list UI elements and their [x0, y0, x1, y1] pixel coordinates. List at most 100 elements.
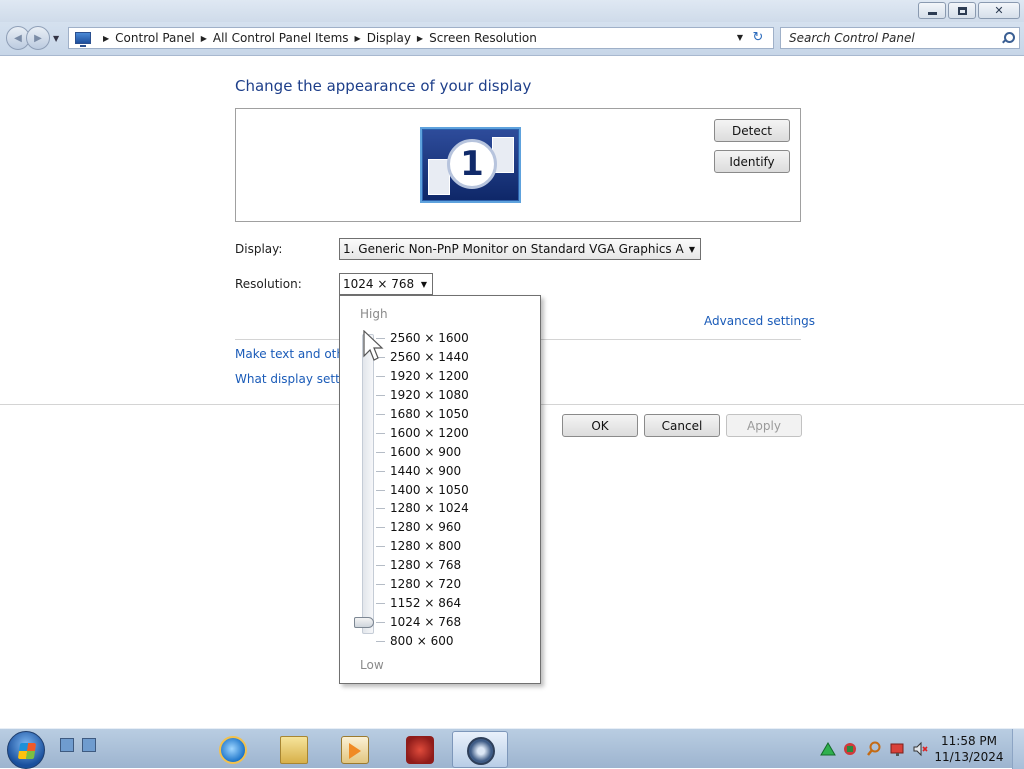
resolution-option-label: 1152 × 864 — [390, 596, 462, 611]
address-history-dropdown-icon[interactable]: ▼ — [737, 33, 743, 42]
resolution-option[interactable]: 1280 × 768 — [340, 556, 540, 575]
resolution-select[interactable]: 1024 × 768 ▼ — [339, 273, 433, 295]
internet-explorer-icon — [219, 736, 247, 764]
minimize-icon — [927, 12, 937, 15]
camera-app-icon — [467, 737, 495, 765]
resolution-option-label: 1600 × 1200 — [390, 425, 469, 440]
mouse-cursor-icon — [363, 330, 384, 361]
display-label: Display: — [235, 242, 283, 256]
show-desktop-button[interactable] — [1012, 729, 1024, 769]
chevron-down-icon: ▼ — [420, 279, 428, 289]
resolution-option-label: 1680 × 1050 — [390, 406, 469, 421]
taskbar-item-internet-explorer[interactable] — [205, 731, 261, 768]
resolution-option[interactable]: 1920 × 1080 — [340, 386, 540, 405]
resolution-option[interactable]: 1600 × 1200 — [340, 424, 540, 443]
breadcrumb-separator-icon[interactable]: ▶ — [355, 34, 361, 43]
caption-buttons: ✕ — [916, 2, 1020, 19]
slider-tick-mark — [376, 603, 385, 605]
ok-button[interactable]: OK — [562, 414, 638, 437]
taskbar-item-camera-app[interactable] — [452, 731, 508, 768]
slider-tick-mark — [376, 375, 385, 377]
minimize-button[interactable] — [918, 2, 946, 19]
breadcrumb-screen-resolution[interactable]: Screen Resolution — [429, 31, 537, 45]
cancel-button[interactable]: Cancel — [644, 414, 720, 437]
slider-tick-mark — [376, 565, 385, 567]
slider-tick-mark — [376, 451, 385, 453]
resolution-option[interactable]: 1400 × 1050 — [340, 481, 540, 500]
resolution-option-label: 1440 × 900 — [390, 463, 462, 478]
slider-tick-mark — [376, 470, 385, 472]
resolution-option[interactable]: 1440 × 900 — [340, 462, 540, 481]
monitor-1-icon[interactable]: 1 — [420, 127, 521, 203]
taskbar-item-media-player[interactable] — [327, 731, 383, 768]
resolution-option[interactable]: 1600 × 900 — [340, 443, 540, 462]
resolution-option[interactable]: 1280 × 1024 — [340, 499, 540, 518]
resolution-slider-thumb[interactable] — [354, 616, 374, 628]
forward-button[interactable]: ▶ — [26, 26, 50, 50]
resolution-option[interactable]: 1280 × 720 — [340, 575, 540, 594]
tray-action-center-icon[interactable] — [890, 741, 906, 757]
windows-explorer-icon — [280, 736, 308, 764]
taskbar-item-app-tool[interactable] — [392, 731, 448, 768]
taskbar-item-windows-explorer[interactable] — [266, 731, 322, 768]
resolution-option-label: 1280 × 768 — [390, 558, 462, 573]
search-box[interactable]: Search Control Panel — [780, 27, 1020, 49]
slider-tick-mark — [376, 394, 385, 396]
resolution-option-label: 1280 × 800 — [390, 539, 462, 554]
navigation-bar: ◀ ▶ ▼ ▶ Control Panel ▶ All Control Pane… — [0, 22, 1024, 56]
breadcrumb-separator-icon[interactable]: ▶ — [417, 34, 423, 43]
maximize-button[interactable] — [948, 2, 976, 19]
high-label: High — [360, 307, 388, 321]
identify-button[interactable]: Identify — [714, 150, 790, 173]
tray-triangle-icon[interactable] — [820, 741, 836, 757]
slider-tick-mark — [376, 413, 385, 415]
switch-windows-icon[interactable] — [82, 738, 96, 752]
resolution-option[interactable]: 1680 × 1050 — [340, 405, 540, 424]
detect-button[interactable]: Detect — [714, 119, 790, 142]
tray-volume-muted-icon[interactable] — [912, 741, 928, 757]
search-input[interactable]: Search Control Panel — [789, 31, 1001, 45]
breadcrumb-separator-icon[interactable]: ▶ — [103, 34, 109, 43]
restore-icon — [957, 6, 967, 15]
breadcrumb-display[interactable]: Display — [367, 31, 411, 45]
resolution-option[interactable]: 1152 × 864 — [340, 594, 540, 613]
resolution-option-label: 1920 × 1200 — [390, 368, 469, 383]
resolution-option-label: 1400 × 1050 — [390, 482, 469, 497]
apply-button[interactable]: Apply — [726, 414, 802, 437]
taskbar: 11:58 PM 11/13/2024 — [0, 728, 1024, 769]
system-clock[interactable]: 11:58 PM 11/13/2024 — [934, 733, 1004, 765]
display-select[interactable]: 1. Generic Non-PnP Monitor on Standard V… — [339, 238, 701, 260]
tray-network-icon[interactable] — [842, 741, 858, 757]
resolution-option[interactable]: 1280 × 960 — [340, 518, 540, 537]
breadcrumb-all-items[interactable]: All Control Panel Items — [213, 31, 349, 45]
resolution-option[interactable]: 1920 × 1200 — [340, 367, 540, 386]
tray-search-icon[interactable] — [866, 741, 882, 757]
resolution-option-label: 1280 × 720 — [390, 577, 462, 592]
slider-tick-mark — [376, 489, 385, 491]
slider-tick-mark — [376, 432, 385, 434]
advanced-settings-link[interactable]: Advanced settings — [704, 314, 815, 328]
chevron-down-icon: ▼ — [688, 244, 696, 254]
media-player-icon — [341, 736, 369, 764]
page-title: Change the appearance of your display — [235, 77, 532, 95]
breadcrumb-control-panel[interactable]: Control Panel — [115, 31, 195, 45]
slider-tick-mark — [376, 641, 385, 642]
refresh-icon[interactable]: ↻ — [749, 30, 767, 46]
start-button[interactable] — [7, 731, 45, 769]
title-bar: ✕ — [0, 0, 1024, 22]
show-desktop-icon[interactable] — [60, 738, 74, 752]
low-label: Low — [360, 658, 384, 672]
breadcrumb-separator-icon[interactable]: ▶ — [201, 34, 207, 43]
resolution-option[interactable]: 1280 × 800 — [340, 537, 540, 556]
resolution-label: Resolution: — [235, 277, 302, 291]
close-button[interactable]: ✕ — [978, 2, 1020, 19]
clock-time: 11:58 PM — [941, 734, 997, 748]
resolution-options: 2560 × 1600 2560 × 1440 1920 × 1200 1920 × … — [340, 329, 540, 651]
search-icon[interactable] — [1001, 32, 1015, 44]
nav-buttons: ◀ ▶ ▼ — [6, 26, 64, 50]
recent-pages-dropdown-icon[interactable]: ▼ — [53, 34, 59, 43]
address-bar[interactable]: ▶ Control Panel ▶ All Control Panel Item… — [68, 27, 774, 49]
slider-tick-mark — [376, 622, 385, 624]
resolution-option[interactable]: 800 × 600 — [340, 632, 540, 651]
monitor-number-label: 1 — [447, 139, 497, 189]
